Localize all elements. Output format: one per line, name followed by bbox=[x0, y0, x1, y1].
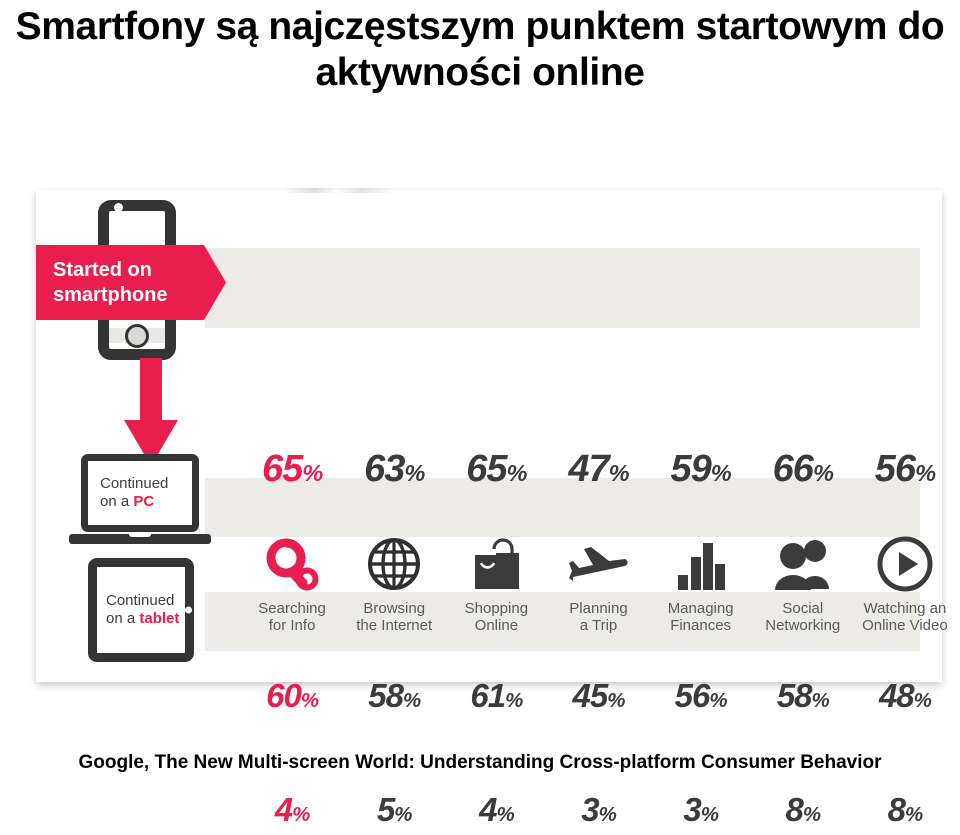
pct-value: 61% bbox=[470, 677, 523, 714]
pct-value: 8% bbox=[887, 791, 924, 828]
activity-column-finances: Managing Finances bbox=[650, 531, 752, 651]
laptop-screen: Continued on a PC bbox=[81, 454, 199, 532]
pct-value: 3% bbox=[683, 791, 719, 828]
activity-label: Searching for Info bbox=[258, 600, 326, 635]
pct-value: 58% bbox=[776, 677, 830, 714]
tablet-label-line-2: on a tablet bbox=[106, 610, 180, 627]
phone-camera-dot bbox=[114, 203, 123, 212]
tablet-icon: Continued on a tablet bbox=[88, 558, 194, 662]
activity-column-searching: Searching for Info bbox=[241, 531, 343, 651]
phone-side-button bbox=[171, 217, 176, 229]
cell-pc-0: 60% bbox=[241, 677, 343, 721]
activity-label: Social Networking bbox=[765, 600, 841, 635]
pct-value: 65% bbox=[466, 448, 527, 490]
pct-value: 4% bbox=[274, 791, 311, 828]
cell-tablet-2: 4% bbox=[445, 791, 547, 835]
device-column: Started on smartphone Continued on a PC … bbox=[36, 190, 241, 682]
tablet-home-button bbox=[185, 606, 192, 614]
cell-pc-6: 48% bbox=[854, 677, 956, 721]
pct-value: 66% bbox=[772, 448, 834, 490]
pc-highlight: PC bbox=[133, 493, 155, 510]
laptop-notch bbox=[129, 532, 151, 537]
activity-column-video: Watching an Online Video bbox=[854, 531, 956, 651]
cell-pc-4: 56% bbox=[650, 677, 752, 721]
card-top-artifact bbox=[284, 188, 394, 193]
cell-pc-5: 58% bbox=[752, 677, 854, 721]
pct-value: 3% bbox=[581, 791, 617, 828]
down-arrow-icon bbox=[124, 358, 178, 466]
cell-started-3: 47% bbox=[547, 448, 649, 508]
arrow-stem bbox=[140, 358, 162, 424]
pct-value: 56% bbox=[674, 677, 728, 714]
pct-value: 47% bbox=[568, 448, 629, 490]
page-title: Smartfony są najczęstszym punktem starto… bbox=[15, 5, 945, 95]
activity-column-shopping: Shopping Online bbox=[445, 531, 547, 651]
pct-value: 4% bbox=[479, 791, 515, 828]
magnifier-icon bbox=[241, 531, 343, 593]
cell-tablet-4: 3% bbox=[650, 791, 752, 835]
pct-value: 65% bbox=[261, 448, 323, 490]
activity-label: Shopping Online bbox=[464, 600, 529, 635]
activity-column-browsing: Browsing the Internet bbox=[343, 531, 445, 651]
cell-started-4: 59% bbox=[650, 448, 752, 508]
tablet-label-line-1: Continued bbox=[106, 592, 175, 609]
cell-tablet-5: 8% bbox=[752, 791, 854, 835]
cell-tablet-3: 3% bbox=[547, 791, 649, 835]
cell-tablet-0: 4% bbox=[241, 791, 343, 835]
cell-started-5: 66% bbox=[752, 448, 854, 508]
bar-chart-icon bbox=[650, 531, 752, 593]
shopping-bag-icon bbox=[445, 531, 547, 593]
globe-icon bbox=[343, 531, 445, 593]
banner-line-2: smartphone bbox=[53, 283, 168, 306]
cell-pc-3: 45% bbox=[547, 677, 649, 721]
cell-tablet-1: 5% bbox=[343, 791, 445, 835]
cell-pc-1: 58% bbox=[343, 677, 445, 721]
people-icon bbox=[752, 531, 854, 593]
value-band-started bbox=[205, 248, 920, 328]
activity-label: Browsing the Internet bbox=[356, 600, 433, 635]
pct-value: 8% bbox=[785, 791, 822, 828]
pct-value: 60% bbox=[266, 677, 319, 714]
row-started-percentages: 65% 63% 65% 47% 59% 66% 56% bbox=[241, 448, 956, 508]
activity-column-social: Social Networking bbox=[752, 531, 854, 651]
pct-value: 58% bbox=[368, 677, 421, 714]
started-on-smartphone-banner: Started on smartphone bbox=[36, 245, 226, 320]
row-tablet-percentages: 4% 5% 4% 3% 3% 8% 8% bbox=[241, 791, 956, 835]
banner-line-1: Started on bbox=[53, 259, 152, 282]
tablet-highlight: tablet bbox=[139, 610, 180, 627]
pct-value: 5% bbox=[376, 791, 413, 828]
activity-label: Watching an Online Video bbox=[862, 600, 948, 635]
source-citation: Google, The New Multi-screen World: Unde… bbox=[78, 752, 882, 773]
row-pc-percentages: 60% 58% 61% 45% 56% 58% 48% bbox=[241, 677, 956, 721]
laptop-icon: Continued on a PC bbox=[69, 454, 211, 544]
phone-home-button bbox=[125, 324, 149, 348]
play-circle-icon bbox=[854, 531, 956, 593]
cell-tablet-6: 8% bbox=[854, 791, 956, 835]
pc-label-line-2: on a PC bbox=[100, 493, 155, 510]
pct-value: 45% bbox=[572, 677, 626, 714]
pc-label-line-1: Continued bbox=[100, 475, 169, 492]
cell-started-2: 65% bbox=[445, 448, 547, 508]
cell-started-0: 65% bbox=[241, 448, 343, 508]
activity-icon-row: Searchingfor Info Browsingthe Internet bbox=[241, 531, 956, 651]
pct-value: 59% bbox=[670, 448, 732, 490]
cell-pc-2: 61% bbox=[445, 677, 547, 721]
activity-label: Managing Finances bbox=[667, 600, 734, 635]
activity-column-planning: Planning a Trip bbox=[547, 531, 649, 651]
activity-label: Planning a Trip bbox=[569, 600, 628, 635]
airplane-icon bbox=[547, 531, 649, 593]
cell-started-6: 56% bbox=[854, 448, 956, 508]
pct-value: 48% bbox=[878, 677, 932, 714]
pct-value: 56% bbox=[874, 448, 936, 490]
cell-started-1: 63% bbox=[343, 448, 445, 508]
infographic-card: Started on smartphone Continued on a PC … bbox=[36, 188, 948, 828]
pct-value: 63% bbox=[364, 448, 425, 490]
